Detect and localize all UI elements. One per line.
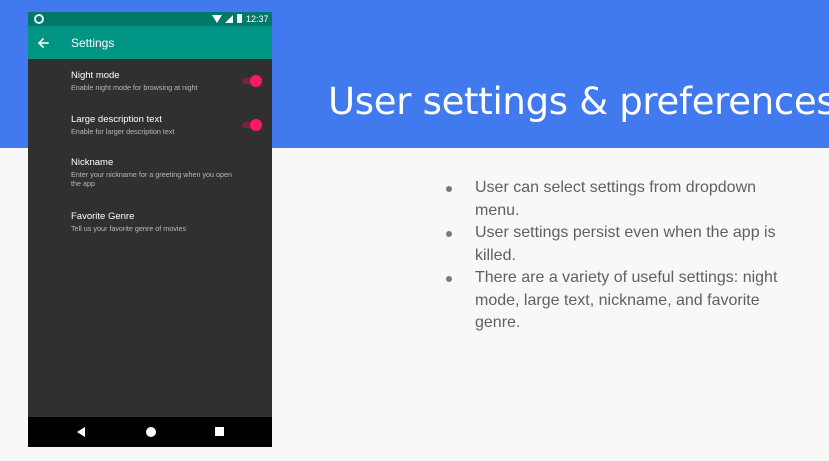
- bullet-dot-icon: [446, 276, 452, 282]
- setting-summary: Tell us your favorite genre of movies: [71, 224, 187, 233]
- signal-icon: [225, 15, 233, 23]
- setting-summary: Enable for larger description text: [71, 127, 175, 136]
- bullet-list: User can select settings from dropdown m…: [440, 177, 790, 335]
- navigation-bar: [28, 417, 272, 447]
- notification-circle-icon: [34, 14, 44, 24]
- bullet-dot-icon: [446, 231, 452, 237]
- night-mode-toggle[interactable]: [242, 75, 262, 87]
- setting-title: Nickname: [71, 157, 114, 168]
- setting-summary: Enable night mode for browsing at night: [71, 83, 198, 92]
- bullet-text: User settings persist even when the app …: [475, 224, 776, 264]
- setting-title: Large description text: [71, 114, 162, 125]
- bullet-item: There are a variety of useful settings: …: [440, 267, 790, 335]
- bullet-text: There are a variety of useful settings: …: [475, 269, 778, 331]
- wifi-icon: [212, 15, 222, 23]
- bullet-item: User can select settings from dropdown m…: [440, 177, 790, 222]
- app-bar: Settings: [28, 26, 272, 59]
- bullet-dot-icon: [446, 186, 452, 192]
- nav-recents-icon[interactable]: [215, 427, 224, 436]
- bullet-item: User settings persist even when the app …: [440, 222, 790, 267]
- bullet-text: User can select settings from dropdown m…: [475, 179, 757, 219]
- setting-title: Night mode: [71, 70, 120, 81]
- nav-back-icon[interactable]: [77, 427, 85, 437]
- large-text-toggle[interactable]: [242, 119, 262, 131]
- nav-home-icon[interactable]: [146, 427, 156, 437]
- app-bar-title: Settings: [71, 36, 115, 50]
- status-time: 12:37: [246, 14, 269, 24]
- setting-nickname[interactable]: Nickname Enter your nickname for a greet…: [28, 157, 272, 191]
- slide-title: User settings & preferences: [328, 80, 829, 123]
- arrow-back-icon[interactable]: [36, 36, 50, 50]
- phone-screenshot: 12:37 Settings Night mode Enable night m…: [28, 12, 272, 447]
- battery-icon: [237, 14, 242, 23]
- status-bar: 12:37: [28, 12, 272, 26]
- setting-summary: Enter your nickname for a greeting when …: [71, 170, 233, 188]
- toggle-thumb: [250, 119, 262, 131]
- setting-night-mode[interactable]: Night mode Enable night mode for browsin…: [28, 70, 272, 100]
- setting-favorite-genre[interactable]: Favorite Genre Tell us your favorite gen…: [28, 211, 272, 241]
- toggle-thumb: [250, 75, 262, 87]
- setting-large-text[interactable]: Large description text Enable for larger…: [28, 114, 272, 144]
- setting-title: Favorite Genre: [71, 211, 135, 222]
